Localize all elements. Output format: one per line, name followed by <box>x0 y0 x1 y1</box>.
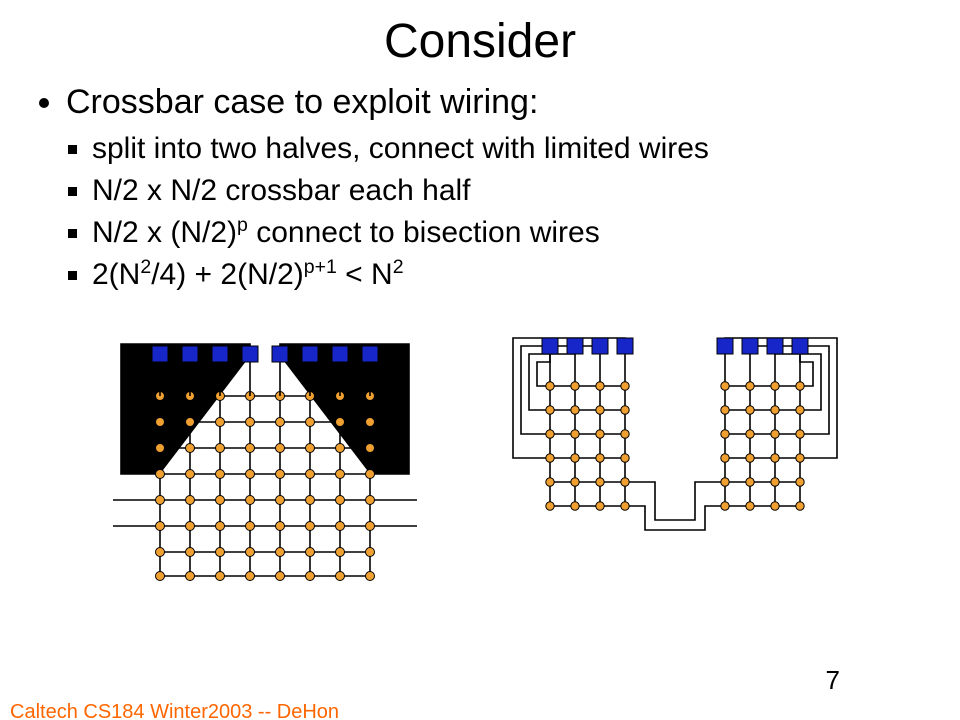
sub-bullet-3: N/2 x (N/2)p connect to bisection wires <box>92 212 940 254</box>
sub3-part-b: connect to bisection wires <box>248 216 600 249</box>
page-number: 7 <box>826 665 840 696</box>
sub-bullet-1: split into two halves, connect with limi… <box>92 128 940 170</box>
sub4-sup3: 2 <box>393 256 404 278</box>
sub4-c: < N <box>337 258 393 291</box>
diagram-row <box>0 306 960 606</box>
crossbar-split-diagram <box>495 306 855 566</box>
sub4-sup1: 2 <box>140 256 151 278</box>
sub3-part-a: N/2 x (N/2) <box>92 216 237 249</box>
sub4-sup2: p+1 <box>304 256 337 278</box>
sub-bullet-2: N/2 x N/2 crossbar each half <box>92 170 940 212</box>
sub-bullet-list: split into two halves, connect with limi… <box>36 128 940 296</box>
bullet-list: Crossbar case to exploit wiring: <box>36 81 940 124</box>
page-title: Consider <box>0 14 960 69</box>
sub4-b: /4) + 2(N/2) <box>151 258 304 291</box>
slide: Consider Crossbar case to exploit wiring… <box>0 14 960 720</box>
footer-text: Caltech CS184 Winter2003 -- DeHon <box>10 701 339 720</box>
bullet-main: Crossbar case to exploit wiring: <box>66 81 940 124</box>
sub4-a: 2(N <box>92 258 140 291</box>
sub-bullet-4: 2(N2/4) + 2(N/2)p+1 < N2 <box>92 254 940 296</box>
content-block: Crossbar case to exploit wiring: split i… <box>36 81 940 296</box>
sub3-sup: p <box>237 214 248 236</box>
crossbar-full-diagram <box>105 306 435 606</box>
